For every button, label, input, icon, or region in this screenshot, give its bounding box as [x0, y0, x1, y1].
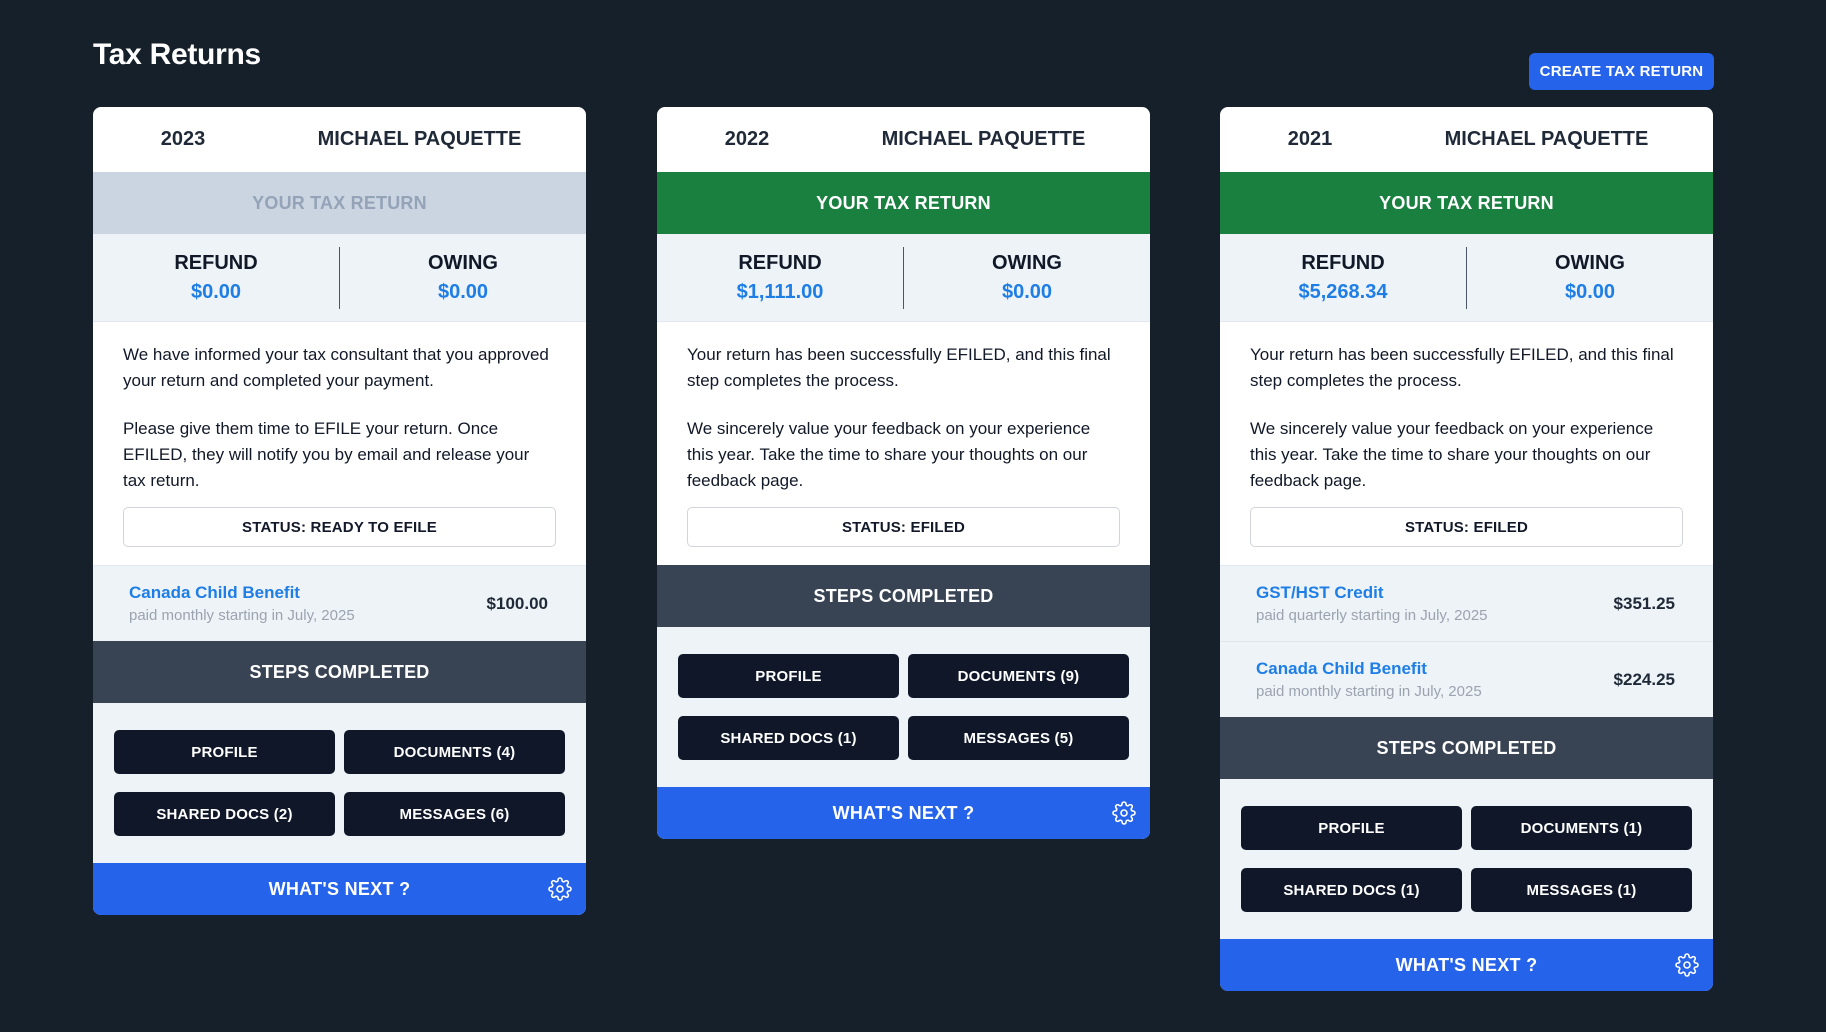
owing-label: OWING: [428, 251, 498, 274]
card-year: 2021: [1287, 128, 1333, 150]
create-tax-return-button[interactable]: CREATE TAX RETURN: [1529, 53, 1714, 90]
card-header: 2023 MICHAEL PAQUETTE: [93, 107, 586, 172]
owing-label: OWING: [1555, 251, 1625, 274]
owing-value: $0.00: [1564, 280, 1616, 303]
benefit-name[interactable]: Canada Child Benefit: [1256, 659, 1614, 679]
benefit-schedule: paid quarterly starting in July, 2025: [1256, 607, 1488, 624]
benefit-name[interactable]: Canada Child Benefit: [129, 583, 487, 603]
card-client-name: MICHAEL PAQUETTE: [317, 128, 522, 150]
amounts-panel: REFUND $1,111.00 OWING $0.00: [657, 234, 1150, 322]
profile-button[interactable]: PROFILE: [114, 730, 335, 774]
gear-icon[interactable]: [548, 877, 572, 901]
steps-completed-header: STEPS COMPLETED: [1220, 717, 1713, 779]
refund-section: REFUND $5,268.34: [1220, 252, 1466, 304]
status-badge: STATUS: EFILED: [1250, 507, 1683, 547]
refund-value: $5,268.34: [1298, 280, 1388, 303]
messages-button[interactable]: MESSAGES (1): [1471, 868, 1692, 912]
card-client-name: MICHAEL PAQUETTE: [881, 128, 1086, 150]
message-paragraph: Your return has been successfully EFILED…: [1250, 345, 1674, 390]
profile-button[interactable]: PROFILE: [1241, 806, 1462, 850]
refund-value: $1,111.00: [736, 280, 824, 303]
owing-section: OWING $0.00: [1467, 252, 1713, 304]
refund-section: REFUND $1,111.00: [657, 252, 903, 304]
tax-return-card-2022: 2022 MICHAEL PAQUETTE YOUR TAX RETURN RE…: [657, 107, 1150, 839]
benefit-amount: $224.25: [1613, 669, 1675, 689]
status-message: Your return has been successfully EFILED…: [1220, 322, 1713, 494]
whats-next-button[interactable]: WHAT'S NEXT ?: [657, 787, 1150, 839]
refund-section: REFUND $0.00: [93, 252, 339, 304]
status-message: Your return has been successfully EFILED…: [657, 322, 1150, 494]
documents-button[interactable]: DOCUMENTS (1): [1471, 806, 1692, 850]
refund-label: REFUND: [174, 251, 258, 274]
your-tax-return-button[interactable]: YOUR TAX RETURN: [93, 172, 586, 234]
amounts-panel: REFUND $0.00 OWING $0.00: [93, 234, 586, 322]
tax-return-card-2021: 2021 MICHAEL PAQUETTE YOUR TAX RETURN RE…: [1220, 107, 1713, 991]
status-badge: STATUS: READY TO EFILE: [123, 507, 556, 547]
gear-icon[interactable]: [1675, 953, 1699, 977]
owing-value: $0.00: [1001, 280, 1053, 303]
your-tax-return-button[interactable]: YOUR TAX RETURN: [1220, 172, 1713, 234]
refund-label: REFUND: [738, 251, 822, 274]
benefit-amount: $351.25: [1613, 593, 1675, 613]
card-header: 2022 MICHAEL PAQUETTE: [657, 107, 1150, 172]
owing-value: $0.00: [437, 280, 489, 303]
whats-next-button[interactable]: WHAT'S NEXT ?: [93, 863, 586, 915]
benefit-row[interactable]: GST/HST Credit paid quarterly starting i…: [1220, 565, 1713, 641]
steps-completed-header: STEPS COMPLETED: [93, 641, 586, 703]
messages-button[interactable]: MESSAGES (6): [344, 792, 565, 836]
message-paragraph: Your return has been successfully EFILED…: [687, 345, 1111, 390]
shared-docs-button[interactable]: SHARED DOCS (1): [1241, 868, 1462, 912]
messages-button[interactable]: MESSAGES (5): [908, 716, 1129, 760]
benefit-schedule: paid monthly starting in July, 2025: [129, 607, 355, 624]
card-header: 2021 MICHAEL PAQUETTE: [1220, 107, 1713, 172]
steps-completed-header: STEPS COMPLETED: [657, 565, 1150, 627]
message-paragraph: We sincerely value your feedback on your…: [1250, 419, 1654, 490]
benefit-name[interactable]: GST/HST Credit: [1256, 583, 1614, 603]
message-paragraph: We sincerely value your feedback on your…: [687, 419, 1091, 490]
your-tax-return-button[interactable]: YOUR TAX RETURN: [657, 172, 1150, 234]
card-client-name: MICHAEL PAQUETTE: [1444, 128, 1649, 150]
whats-next-button[interactable]: WHAT'S NEXT ?: [1220, 939, 1713, 991]
amounts-panel: REFUND $5,268.34 OWING $0.00: [1220, 234, 1713, 322]
steps-grid: PROFILE DOCUMENTS (1) SHARED DOCS (1) ME…: [1220, 779, 1713, 939]
status-badge: STATUS: EFILED: [687, 507, 1120, 547]
page-title: Tax Returns: [93, 38, 261, 71]
refund-value: $0.00: [190, 280, 242, 303]
steps-grid: PROFILE DOCUMENTS (4) SHARED DOCS (2) ME…: [93, 703, 586, 863]
documents-button[interactable]: DOCUMENTS (4): [344, 730, 565, 774]
owing-label: OWING: [992, 251, 1062, 274]
profile-button[interactable]: PROFILE: [678, 654, 899, 698]
shared-docs-button[interactable]: SHARED DOCS (1): [678, 716, 899, 760]
message-paragraph: We have informed your tax consultant tha…: [123, 345, 549, 390]
tax-return-card-2023: 2023 MICHAEL PAQUETTE YOUR TAX RETURN RE…: [93, 107, 586, 915]
message-paragraph: Please give them time to EFILE your retu…: [123, 419, 530, 490]
benefit-row[interactable]: Canada Child Benefit paid monthly starti…: [93, 565, 586, 641]
owing-section: OWING $0.00: [340, 252, 586, 304]
whats-next-label: WHAT'S NEXT ?: [832, 802, 975, 823]
status-message: We have informed your tax consultant tha…: [93, 322, 586, 494]
card-year: 2022: [724, 128, 770, 150]
gear-icon[interactable]: [1112, 801, 1136, 825]
whats-next-label: WHAT'S NEXT ?: [268, 878, 411, 899]
documents-button[interactable]: DOCUMENTS (9): [908, 654, 1129, 698]
shared-docs-button[interactable]: SHARED DOCS (2): [114, 792, 335, 836]
benefit-schedule: paid monthly starting in July, 2025: [1256, 683, 1482, 700]
benefit-row[interactable]: Canada Child Benefit paid monthly starti…: [1220, 641, 1713, 717]
benefit-amount: $100.00: [486, 593, 548, 613]
whats-next-label: WHAT'S NEXT ?: [1395, 954, 1538, 975]
refund-label: REFUND: [1301, 251, 1385, 274]
steps-grid: PROFILE DOCUMENTS (9) SHARED DOCS (1) ME…: [657, 627, 1150, 787]
card-year: 2023: [160, 128, 206, 150]
owing-section: OWING $0.00: [904, 252, 1150, 304]
